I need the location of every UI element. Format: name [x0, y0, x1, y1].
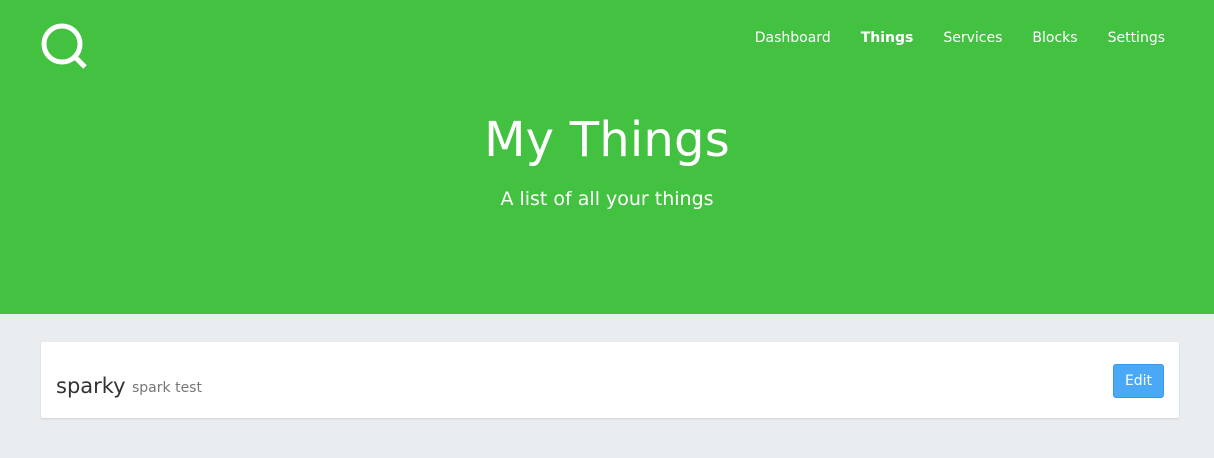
thing-description: spark test [132, 380, 202, 396]
hero-header: Dashboard Things Services Blocks Setting… [0, 0, 1214, 314]
nav-item-services[interactable]: Services [913, 28, 1002, 48]
search-icon [41, 23, 87, 69]
thing-name: sparky [56, 374, 126, 398]
nav-item-blocks[interactable]: Blocks [1002, 28, 1077, 48]
page-title: My Things [484, 112, 730, 168]
nav-item-dashboard[interactable]: Dashboard [725, 28, 831, 48]
nav-item-things[interactable]: Things [831, 28, 914, 48]
thing-card: sparky spark test Edit [41, 342, 1179, 418]
edit-button[interactable]: Edit [1113, 364, 1164, 398]
nav-item-settings[interactable]: Settings [1078, 28, 1165, 48]
logo-search-icon[interactable] [38, 22, 90, 70]
main-nav: Dashboard Things Services Blocks Setting… [725, 28, 1165, 48]
page-subtitle: A list of all your things [500, 188, 714, 210]
